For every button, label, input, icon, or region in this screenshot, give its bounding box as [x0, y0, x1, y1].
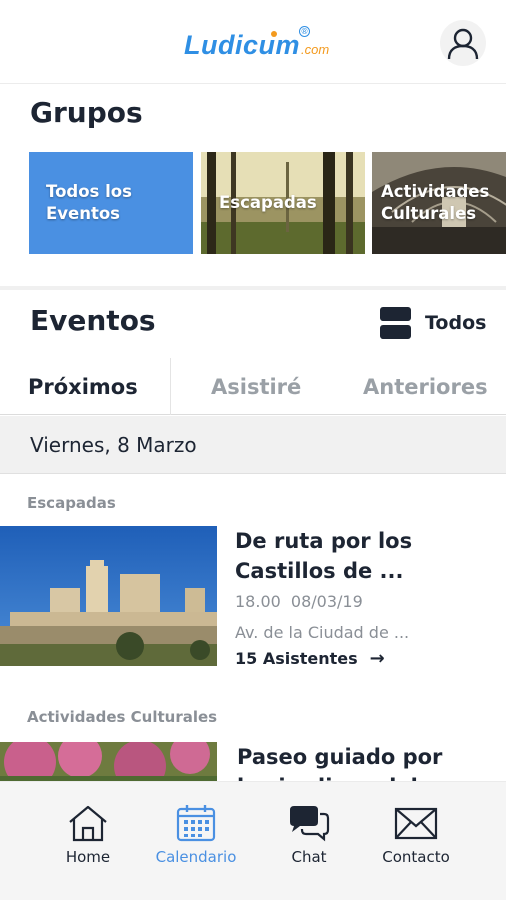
groups-carousel[interactable]: Todos los Eventos Escapadas Actividades …: [29, 152, 506, 254]
logo-dot: [271, 31, 277, 37]
events-tabs: Próximos Asistiré Anteriores: [0, 358, 506, 415]
logo-suffix: .com: [301, 42, 330, 57]
bottom-navigation: Home Calendario Chat Contacto: [0, 781, 506, 900]
group-card-label: Escapadas: [219, 193, 317, 212]
group-card-label: Actividades Culturales: [381, 182, 490, 223]
arrow-right-icon: →: [369, 648, 385, 669]
event-title-line: Paseo guiado por: [237, 745, 443, 769]
section-divider: [0, 286, 506, 290]
logo-wordmark: Ludicum: [184, 30, 300, 60]
event-attendees-link[interactable]: 15 Asistentes →: [235, 648, 385, 669]
ludicum-logo[interactable]: Ludicum .com ®: [184, 25, 329, 61]
tab-separator: [170, 358, 171, 415]
date-header-text: Viernes, 8 Marzo: [30, 432, 197, 457]
nav-label: Chat: [291, 848, 327, 866]
nav-label: Home: [65, 848, 111, 866]
event-title[interactable]: De ruta por los Castillos de ...: [235, 526, 495, 586]
profile-button[interactable]: [440, 20, 486, 66]
nav-contacto[interactable]: Contacto: [361, 782, 471, 882]
event-time: 18.00: [235, 592, 281, 611]
events-filter-button[interactable]: Todos: [380, 306, 486, 340]
tab-proximos[interactable]: Próximos: [28, 358, 138, 415]
attendees-count: 15 Asistentes: [235, 649, 358, 668]
groups-title: Grupos: [30, 96, 143, 129]
filter-label: Todos: [425, 312, 487, 334]
nav-calendario[interactable]: Calendario: [141, 782, 251, 882]
envelope-icon: [394, 807, 438, 840]
event-category-label: Actividades Culturales: [27, 708, 218, 726]
event-card[interactable]: De ruta por los Castillos de ... 18.00 0…: [0, 526, 506, 670]
event-date: 08/03/19: [290, 592, 363, 611]
nav-chat[interactable]: Chat: [254, 782, 364, 882]
tab-anteriores[interactable]: Anteriores: [363, 358, 488, 415]
group-card-label: Todos los Eventos: [46, 182, 132, 223]
date-header: Viernes, 8 Marzo: [0, 416, 506, 474]
nav-label: Calendario: [155, 848, 237, 866]
event-category-label: Escapadas: [27, 494, 116, 512]
nav-home[interactable]: Home: [33, 782, 143, 882]
group-card-todos-eventos[interactable]: Todos los Eventos: [29, 152, 193, 254]
home-icon: [69, 805, 107, 842]
registered-mark: ®: [299, 26, 310, 37]
group-card-actividades-culturales[interactable]: Actividades Culturales: [372, 152, 506, 254]
app-header: Ludicum .com ®: [0, 0, 506, 84]
nav-label: Contacto: [382, 848, 450, 866]
event-address: Av. de la Ciudad de ...: [235, 623, 410, 642]
event-datetime: 18.00 08/03/19: [235, 592, 363, 611]
event-image: [0, 526, 217, 666]
events-title: Eventos: [30, 304, 156, 337]
user-icon: [447, 28, 479, 60]
group-card-escapadas[interactable]: Escapadas: [201, 152, 365, 254]
view-toggle-icon: [380, 307, 411, 339]
castle-image: [0, 526, 217, 666]
calendar-icon: [176, 805, 216, 842]
tab-asistire[interactable]: Asistiré: [211, 358, 301, 415]
event-title-line: Castillos de ...: [235, 559, 404, 583]
event-title-line: De ruta por los: [235, 529, 413, 553]
chat-icon: [290, 806, 330, 842]
